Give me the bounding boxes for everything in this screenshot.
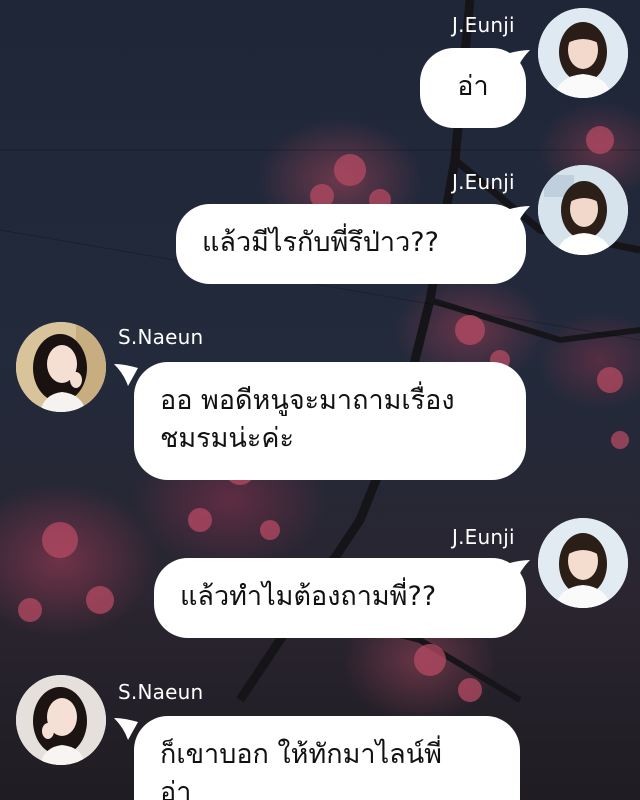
message-bubble: อ่า	[420, 48, 526, 128]
message-bubble: แล้วทำไมต้องถามพี่??	[154, 558, 526, 638]
bubble-tail	[114, 364, 138, 386]
avatar-portrait-icon	[16, 322, 106, 412]
bubble-tail	[114, 718, 138, 740]
avatar-portrait-icon	[538, 518, 628, 608]
avatar-portrait-icon	[16, 675, 106, 765]
sender-name: J.Eunji	[452, 13, 515, 37]
sender-name: S.Naeun	[118, 325, 204, 349]
sender-name: J.Eunji	[452, 525, 515, 549]
message-bubble: แล้วมีไรกับพี่รึป่าว??	[176, 204, 526, 284]
avatar[interactable]	[538, 165, 628, 255]
avatar[interactable]	[16, 675, 106, 765]
avatar-portrait-icon	[538, 8, 628, 98]
sender-name: J.Eunji	[452, 170, 515, 194]
message-bubble: ออ พอดีหนูจะมาถามเรื่อง ชมรมน่ะค่ะ	[134, 362, 526, 480]
avatar[interactable]	[538, 8, 628, 98]
message-bubble: ก็เขาบอก ให้ทักมาไลน์พี่ อ่า	[134, 716, 520, 800]
avatar[interactable]	[16, 322, 106, 412]
sender-name: S.Naeun	[118, 680, 204, 704]
avatar[interactable]	[538, 518, 628, 608]
avatar-portrait-icon	[538, 165, 628, 255]
